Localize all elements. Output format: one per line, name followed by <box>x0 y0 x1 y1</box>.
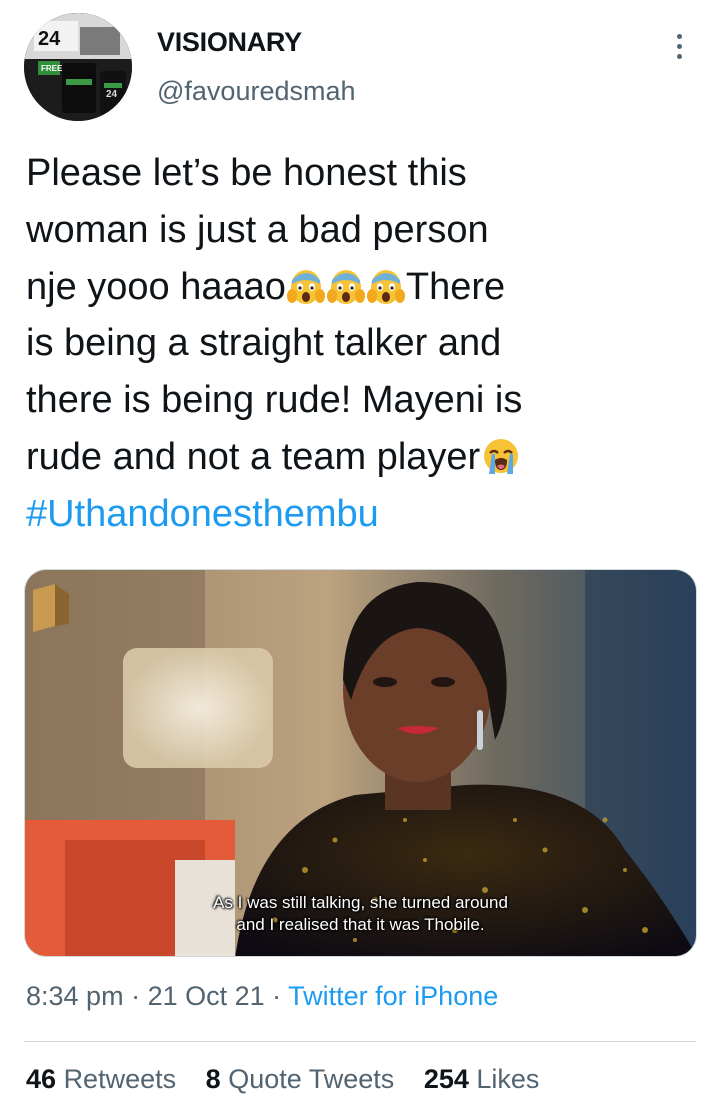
subtitle-line: As I was still talking, she turned aroun… <box>213 893 508 912</box>
retweets-stat[interactable]: 46 Retweets <box>26 1064 176 1094</box>
face-screaming-in-fear-icon <box>286 266 325 323</box>
tweet-stats: 46 Retweets 8 Quote Tweets 254 Likes <box>26 1064 561 1095</box>
tweet-source-link[interactable]: Twitter for iPhone <box>288 981 498 1011</box>
tweet-line: Please let’s be honest this <box>26 152 467 194</box>
tweet-line: woman is just a bad person <box>26 208 489 251</box>
likes-stat[interactable]: 254 Likes <box>424 1064 540 1094</box>
tweet-line: is being a straight talker and <box>26 322 502 365</box>
loudly-crying-face-icon <box>481 436 521 493</box>
more-options-button[interactable] <box>664 28 694 64</box>
svg-text:FREE: FREE <box>41 64 63 73</box>
display-name[interactable]: VISIONARY <box>157 27 302 58</box>
svg-text:24: 24 <box>106 89 118 100</box>
face-screaming-in-fear-icon <box>366 266 405 323</box>
divider <box>24 1041 696 1042</box>
face-screaming-in-fear-icon <box>326 266 365 323</box>
hashtag-link[interactable]: #Uthandonesthembu <box>26 486 666 543</box>
avatar-image: 24 FREE 24 <box>24 13 132 121</box>
svg-text:24: 24 <box>38 28 61 50</box>
tweet-line: rude and not a team player <box>26 429 666 486</box>
more-options-icon <box>676 33 682 39</box>
tweet-date[interactable]: 21 Oct 21 <box>148 981 265 1011</box>
subtitle-line: and I realised that it was Thobile. <box>236 915 485 934</box>
user-handle[interactable]: @favouredsmah <box>157 76 356 107</box>
tweet-image[interactable]: As I was still talking, she turned aroun… <box>24 569 697 957</box>
tweet-line: there is being rude! Mayeni is <box>26 379 523 422</box>
tweet-time[interactable]: 8:34 pm <box>26 981 124 1011</box>
quote-tweets-stat[interactable]: 8 Quote Tweets <box>206 1064 395 1094</box>
tweet-text: Please let’s be honest this woman is jus… <box>26 145 666 543</box>
tweet-meta: 8:34 pm · 21 Oct 21 · Twitter for iPhone <box>26 981 499 1011</box>
tweet-line: nje yooo haaao There <box>26 259 666 316</box>
avatar[interactable]: 24 FREE 24 <box>24 13 132 121</box>
